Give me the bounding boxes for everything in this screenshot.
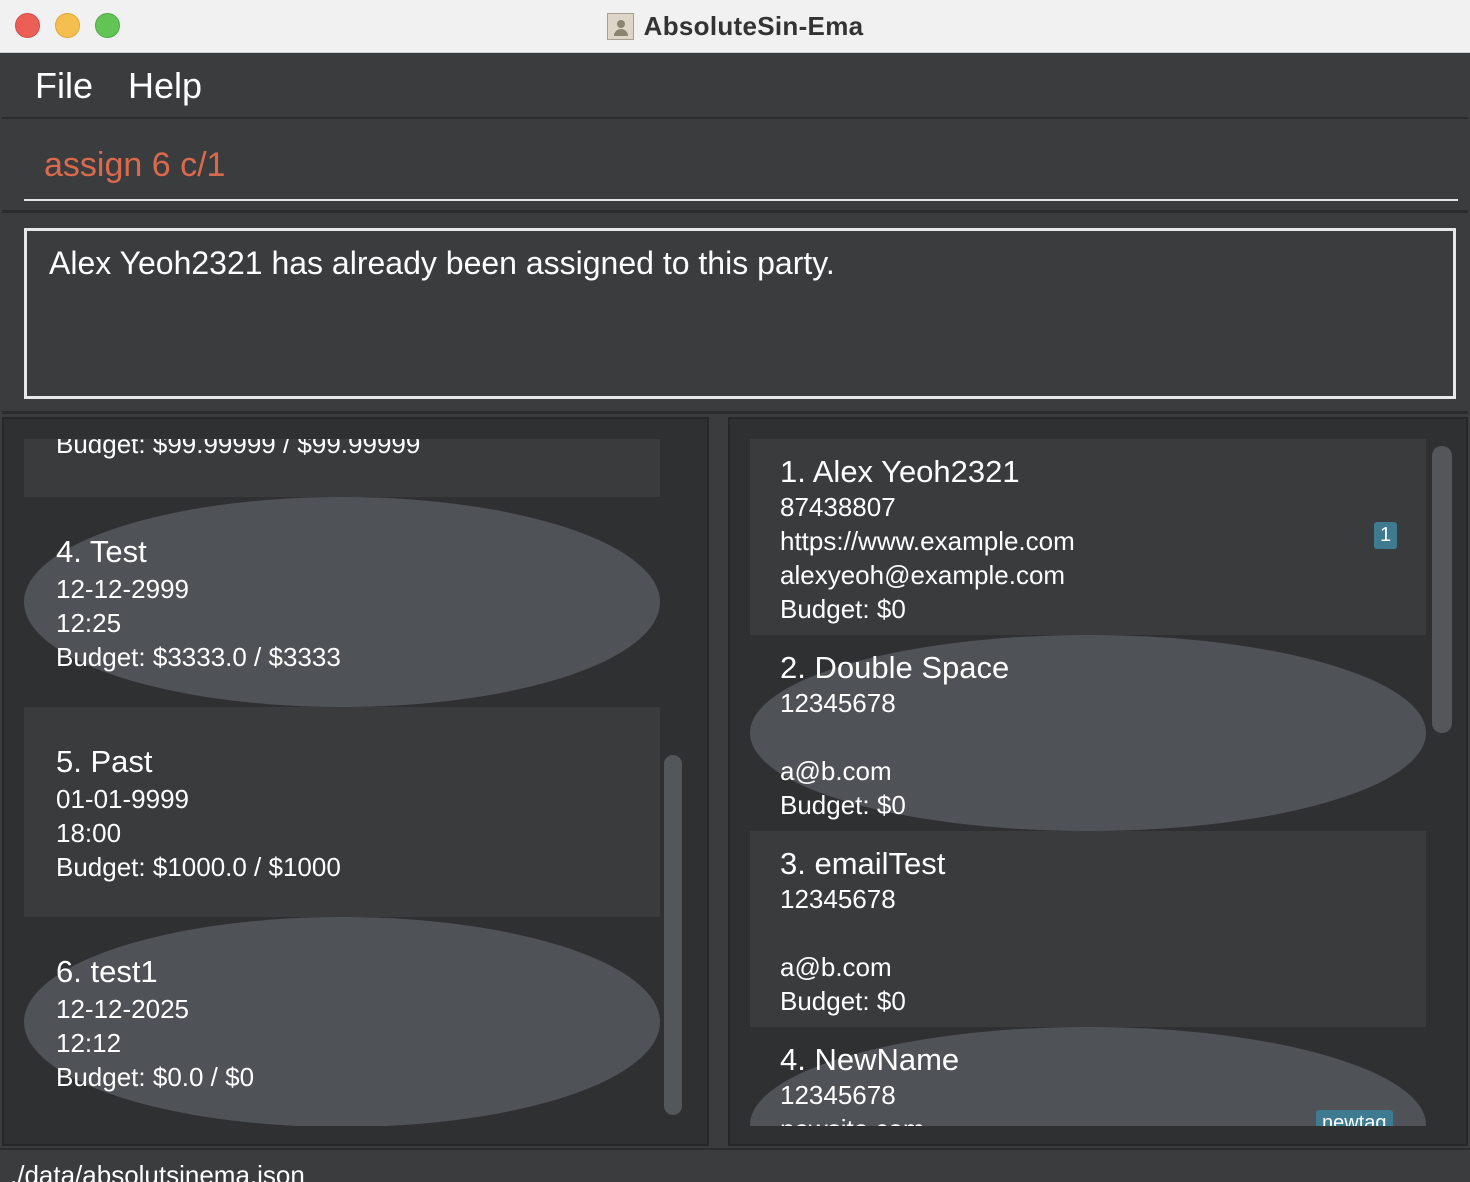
person-tag: 1 — [1374, 522, 1398, 549]
person-card[interactable]: 1. Alex Yeoh2321 87438807 https://www.ex… — [750, 439, 1426, 635]
person-list[interactable]: 1. Alex Yeoh2321 87438807 https://www.ex… — [750, 439, 1426, 1126]
window-title: AbsoluteSin-Ema — [643, 11, 864, 41]
person-card[interactable]: 2. Double Space 12345678 a@b.com Budget:… — [750, 635, 1426, 831]
party-time: 18:00 — [56, 818, 122, 848]
title-bar: AbsoluteSin-Ema — [0, 0, 1470, 53]
person-phone: 12345678 — [780, 884, 896, 914]
person-tag: newtag — [1316, 1110, 1393, 1126]
person-website: newsite.com — [780, 1114, 925, 1126]
person-name: 2. Double Space — [780, 650, 1010, 685]
party-card[interactable]: 6. test1 12-12-2025 12:12 Budget: $0.0 /… — [24, 917, 660, 1126]
person-phone: 87438807 — [780, 492, 896, 522]
person-card[interactable]: 3. emailTest 12345678 a@b.com Budget: $0 — [750, 831, 1426, 1027]
person-budget: Budget: $0 — [780, 790, 906, 820]
party-card[interactable]: 5. Past 01-01-9999 18:00 Budget: $1000.0… — [24, 707, 660, 917]
result-display-area: Alex Yeoh2321 has already been assigned … — [2, 216, 1468, 414]
person-email: a@b.com — [780, 756, 892, 786]
status-bar: ./data/absolutsinema.json — [0, 1148, 1470, 1182]
party-budget: Budget: $99.99999 / $99.99999 — [56, 439, 421, 459]
result-display[interactable]: Alex Yeoh2321 has already been assigned … — [24, 228, 1456, 399]
person-email: alexyeoh@example.com — [780, 560, 1066, 590]
menu-file[interactable]: File — [35, 65, 93, 107]
party-date: 01-01-9999 — [56, 784, 189, 814]
party-budget: Budget: $0.0 / $0 — [56, 1062, 255, 1092]
person-list-scrollbar[interactable] — [1432, 446, 1452, 733]
party-budget: Budget: $3333.0 / $3333 — [56, 642, 341, 672]
command-box: assign 6 c/1 — [2, 121, 1468, 213]
command-input[interactable]: assign 6 c/1 — [44, 146, 225, 185]
save-file-path: ./data/absolutsinema.json — [10, 1160, 305, 1182]
person-email: a@b.com — [780, 952, 892, 982]
person-name: 4. NewName — [780, 1042, 960, 1077]
party-time: 12:25 — [56, 608, 122, 638]
person-phone: 12345678 — [780, 688, 896, 718]
person-name: 1. Alex Yeoh2321 — [780, 454, 1020, 489]
panel-divider[interactable] — [709, 417, 728, 1146]
party-title: 5. Past — [56, 744, 153, 779]
person-website: https://www.example.com — [780, 526, 1075, 556]
app-icon — [606, 13, 634, 40]
person-card[interactable]: 4. NewName 12345678 newsite.com newtag — [750, 1027, 1426, 1126]
person-list-panel: 1. Alex Yeoh2321 87438807 https://www.ex… — [728, 417, 1468, 1146]
party-list-panel: Budget: $99.99999 / $99.99999 4. Test 12… — [2, 417, 709, 1146]
party-card[interactable]: 4. Test 12-12-2999 12:25 Budget: $3333.0… — [24, 497, 660, 707]
command-input-underline — [24, 199, 1458, 201]
menu-bar: File Help — [2, 55, 1468, 119]
party-title: 4. Test — [56, 534, 147, 569]
party-card[interactable]: Budget: $99.99999 / $99.99999 — [24, 439, 660, 497]
party-date: 12-12-2999 — [56, 574, 189, 604]
person-budget: Budget: $0 — [780, 986, 906, 1016]
party-title: 6. test1 — [56, 954, 158, 989]
party-list-scrollbar[interactable] — [664, 755, 682, 1115]
party-date: 12-12-2025 — [56, 994, 189, 1024]
person-budget: Budget: $0 — [780, 594, 906, 624]
menu-help[interactable]: Help — [128, 65, 202, 107]
person-phone: 12345678 — [780, 1080, 896, 1110]
party-list[interactable]: Budget: $99.99999 / $99.99999 4. Test 12… — [24, 439, 660, 1126]
party-time: 12:12 — [56, 1028, 122, 1058]
party-budget: Budget: $1000.0 / $1000 — [56, 852, 341, 882]
result-message: Alex Yeoh2321 has already been assigned … — [49, 245, 835, 281]
person-name: 3. emailTest — [780, 846, 946, 881]
